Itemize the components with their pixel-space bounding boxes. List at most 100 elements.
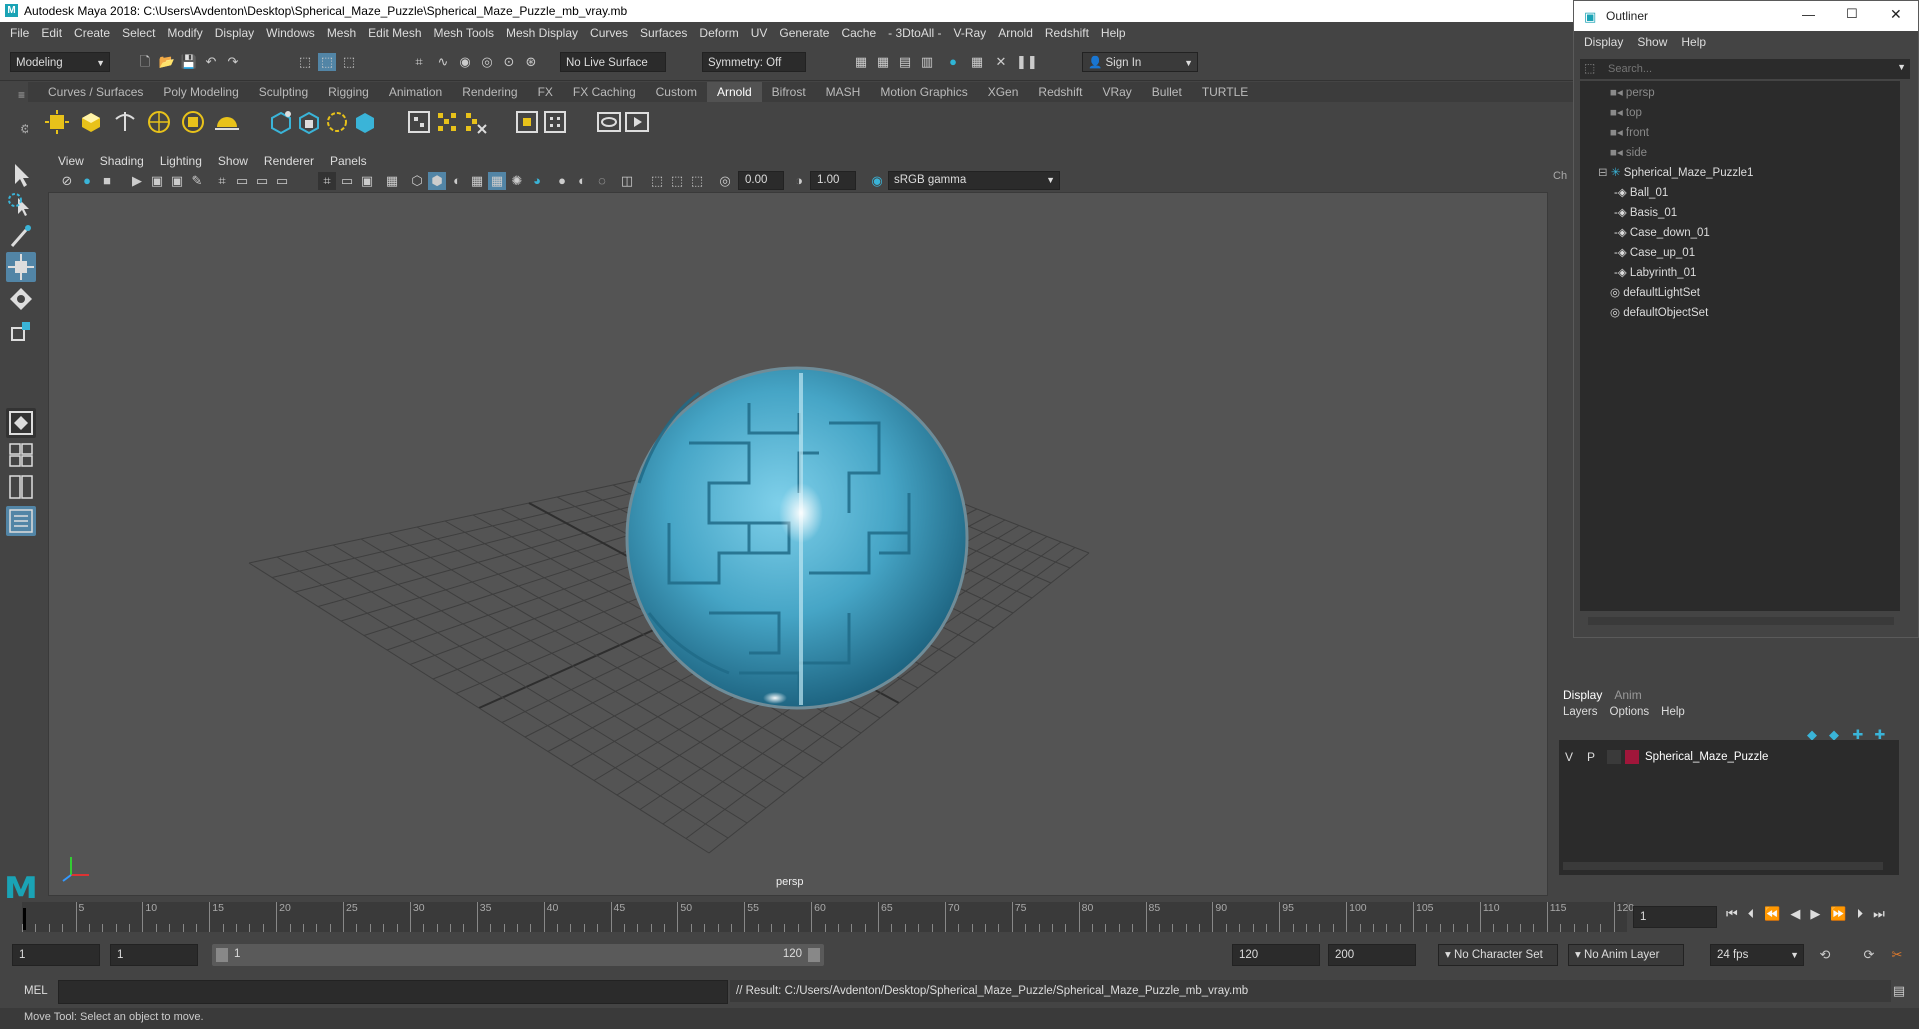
save-scene-icon[interactable]: 💾 [180,53,198,71]
outliner-menu-display[interactable]: Display [1584,35,1623,49]
play-render-icon[interactable] [624,109,650,135]
use-all-lights-icon[interactable]: ▦ [488,172,506,190]
vp-menu-panels[interactable]: Panels [330,154,367,168]
snap-point-icon[interactable]: ◉ [456,53,474,71]
perspective-viewport[interactable]: persp [48,192,1548,896]
physical-sky-icon[interactable] [214,109,240,135]
tab-display-layers[interactable]: Display [1563,688,1602,702]
sign-in-button[interactable]: 👤 Sign In ▼ [1082,52,1198,72]
open-scene-icon[interactable]: 📂 [158,53,176,71]
outliner-camera-front[interactable]: ■◂ front [1610,125,1649,139]
outliner-child-item[interactable]: -◈ Basis_01 [1614,205,1677,219]
gamma-icon[interactable]: ◑ [790,172,808,190]
menu-help[interactable]: Help [1101,26,1126,40]
flush-textures-icon[interactable] [462,109,488,135]
outliner-group-item[interactable]: ⊟ ✳ Spherical_Maze_Puzzle1 [1598,165,1753,179]
menu-display[interactable]: Display [215,26,254,40]
grid-toggle-icon[interactable]: ⌗ [213,172,231,190]
tab-anim-layers[interactable]: Anim [1614,688,1641,702]
snap-view-icon[interactable]: ◎ [478,53,496,71]
animation-start-field[interactable]: 1 [12,944,100,966]
color-management-icon[interactable]: ◉ [868,172,886,190]
resolution-gate-icon[interactable]: ▭ [253,172,271,190]
tab-bifrost[interactable]: Bifrost [762,82,816,102]
snap-grid-icon[interactable]: ⌗ [410,53,428,71]
tx-manager-icon[interactable] [514,109,540,135]
outliner-hscrollbar[interactable] [1588,617,1894,625]
depth-of-field-icon[interactable]: ◌ [593,172,611,190]
select-hierarchy-icon[interactable]: ⬚ [296,53,314,71]
outliner-child-item[interactable]: -◈ Case_up_01 [1614,245,1695,259]
layers-menu-help[interactable]: Help [1661,706,1685,718]
menu-deform[interactable]: Deform [699,26,738,40]
step-forward-key-icon[interactable]: ⏩ [1830,906,1846,922]
menu-redshift[interactable]: Redshift [1045,26,1089,40]
menu-select[interactable]: Select [122,26,155,40]
hypershade-icon[interactable]: ▥ [918,53,936,71]
go-to-end-icon[interactable]: ⏭ [1873,906,1885,922]
tab-curves-surfaces[interactable]: Curves / Surfaces [38,82,153,102]
menu-3dtoall[interactable]: - 3DtoAll - [888,26,941,40]
vp-menu-shading[interactable]: Shading [100,154,144,168]
character-set-dropdown[interactable]: ▾ No Character Set [1438,944,1558,966]
tab-bullet[interactable]: Bullet [1142,82,1192,102]
layers-menu-options[interactable]: Options [1610,706,1650,718]
isolate-select-icon[interactable]: ◫ [618,172,636,190]
exposure-field[interactable]: 0.00 [738,171,784,190]
shadows-icon[interactable]: ✺ [508,172,526,190]
shelf-menu-icon[interactable]: ≡ [18,88,25,102]
vray-settings-icon[interactable]: ✕ [992,53,1010,71]
layer-hscrollbar[interactable] [1563,862,1883,870]
command-input[interactable] [58,980,728,1004]
menu-mesh-tools[interactable]: Mesh Tools [434,26,494,40]
outliner-set-item[interactable]: ◎ defaultObjectSet [1610,305,1708,319]
chevron-down-icon[interactable]: ▼ [1897,62,1906,72]
wireframe-icon[interactable]: ⬡ [408,172,426,190]
mesh-light-icon[interactable] [78,109,104,135]
layers-menu-layers[interactable]: Layers [1563,706,1598,718]
scale-tool-icon[interactable] [6,316,36,346]
rotate-tool-icon[interactable] [6,284,36,314]
snap-surface-icon[interactable]: ⊙ [500,53,518,71]
xray-joints-icon[interactable]: ⬚ [668,172,686,190]
single-perspective-layout-icon[interactable] [6,408,36,438]
outliner-layout-icon[interactable] [6,506,36,536]
vray-render-icon[interactable]: ▦ [968,53,986,71]
animation-end-field[interactable]: 200 [1328,944,1416,966]
render-settings-icon[interactable]: ▤ [896,53,914,71]
export-standin-icon[interactable] [296,109,322,135]
exposure-icon[interactable]: ◎ [716,172,734,190]
volume-icon[interactable] [324,109,350,135]
arnold-render-icon[interactable]: ● [944,53,962,71]
range-start-handle[interactable] [216,948,228,962]
layer-color-swatch[interactable] [1625,750,1639,764]
spherical-maze-puzzle-model[interactable] [625,366,969,710]
menu-file[interactable]: File [10,26,29,40]
live-surface-field[interactable]: No Live Surface [560,52,666,72]
view-transform-dropdown[interactable]: sRGB gamma ▼ [888,171,1060,190]
menu-edit[interactable]: Edit [41,26,62,40]
two-d-pan-icon[interactable]: ▣ [168,172,186,190]
smooth-shade-icon[interactable]: ⬢ [428,172,446,190]
gamma-field[interactable]: 1.00 [810,171,856,190]
symmetry-dropdown[interactable]: Symmetry: Off [702,52,806,72]
tab-xgen[interactable]: XGen [978,82,1029,102]
animation-prefs-icon[interactable]: ⟳ [1860,946,1878,964]
channel-box-tab-cut[interactable]: Ch [1553,170,1573,190]
auto-key-icon[interactable]: ✂ [1888,946,1906,964]
mode-dropdown[interactable]: Modeling ▼ [10,52,110,72]
undo-icon[interactable]: ↶ [202,53,220,71]
layer-visibility-toggle[interactable]: V [1565,750,1581,764]
tab-animation[interactable]: Animation [379,82,452,102]
field-chart-icon[interactable]: ▭ [338,172,356,190]
gate-mask-icon[interactable]: ▭ [273,172,291,190]
tab-mash[interactable]: MASH [816,82,871,102]
outliner-camera-side[interactable]: ■◂ side [1610,145,1647,159]
tab-fx[interactable]: FX [528,82,563,102]
current-time-indicator[interactable] [23,908,26,930]
menu-windows[interactable]: Windows [266,26,315,40]
anim-layer-dropdown[interactable]: ▾ No Anim Layer [1568,944,1684,966]
vp-menu-renderer[interactable]: Renderer [264,154,314,168]
curve-collector-icon[interactable] [352,109,378,135]
select-component-icon[interactable]: ⬚ [340,53,358,71]
